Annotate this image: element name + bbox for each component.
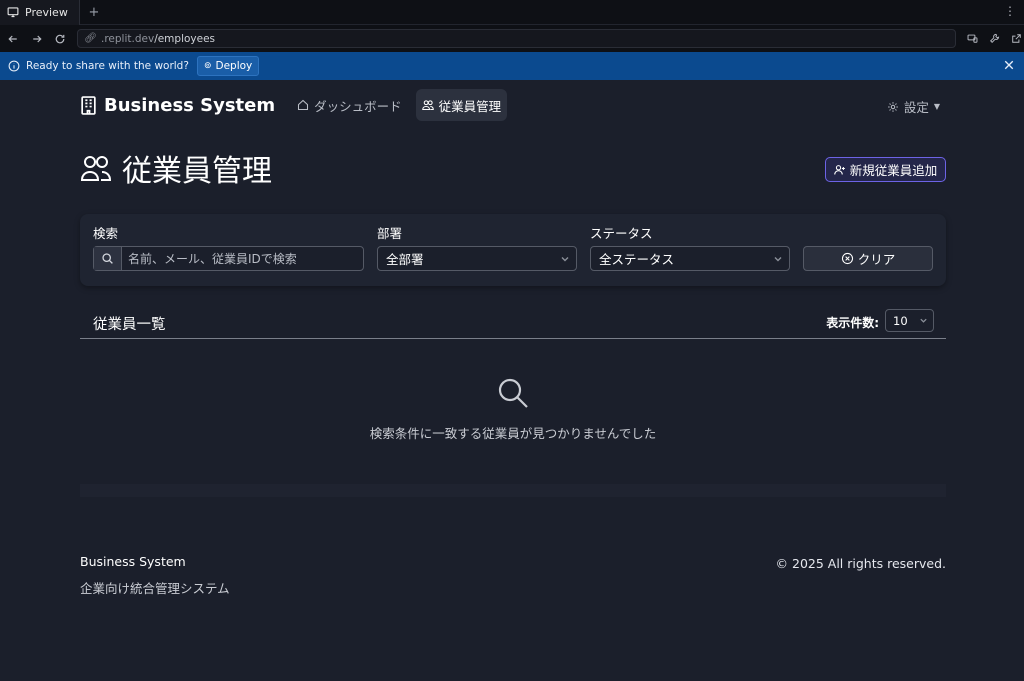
clear-button[interactable]: クリア xyxy=(803,246,933,271)
department-value: 全部署 xyxy=(386,252,424,267)
per-page-value: 10 xyxy=(893,313,908,328)
url-path: /employees xyxy=(154,32,216,45)
employee-list-header: 従業員一覧 表示件数: 10 xyxy=(80,308,946,339)
settings-menu[interactable]: 設定 ▼ xyxy=(887,97,940,116)
nav-employees-label: 従業員管理 xyxy=(438,98,502,114)
url-field[interactable]: 🔗︎ .replit.dev/employees xyxy=(77,29,956,48)
arrow-left-icon xyxy=(8,35,17,42)
browser-tab-bar: Preview + ⋮ xyxy=(0,0,1024,25)
pagination-area xyxy=(80,484,946,497)
x-circle-icon xyxy=(841,252,853,265)
user-plus-icon xyxy=(833,164,845,175)
banner-text: Ready to share with the world? xyxy=(26,60,189,72)
url-host: .replit.dev xyxy=(101,32,155,45)
footer-copyright: © 2025 All rights reserved. xyxy=(775,556,946,571)
page-title: 従業員管理 xyxy=(80,146,272,190)
chevron-down-icon xyxy=(774,257,782,262)
users-icon xyxy=(80,156,112,181)
building-icon xyxy=(81,95,96,115)
brand-name: Business System xyxy=(104,94,276,116)
search-input[interactable] xyxy=(122,247,363,270)
list-title: 従業員一覧 xyxy=(93,317,166,333)
url-actions xyxy=(964,31,1024,47)
chevron-down-icon xyxy=(561,257,569,262)
wrench-icon[interactable] xyxy=(986,31,1002,47)
home-icon xyxy=(298,99,309,111)
monitor-icon xyxy=(7,7,19,18)
per-page-label: 表示件数: xyxy=(826,316,879,330)
reload-icon xyxy=(56,34,65,43)
settings-label: 設定 xyxy=(903,100,929,115)
per-page-select[interactable]: 10 xyxy=(885,309,934,332)
link-icon: 🔗︎ xyxy=(84,33,97,44)
add-employee-label: 新規従業員追加 xyxy=(849,163,938,178)
deploy-icon: ⊚ xyxy=(203,61,212,71)
empty-message: 検索条件に一致する従業員が見つかりませんでした xyxy=(369,426,657,441)
caret-down-icon: ▼ xyxy=(933,102,940,111)
more-vertical-icon[interactable]: ⋮ xyxy=(1004,4,1016,18)
external-link-icon[interactable] xyxy=(1008,31,1024,47)
status-select[interactable]: 全ステータス xyxy=(590,246,790,271)
browser-url-bar: 🔗︎ .replit.dev/employees xyxy=(0,25,1024,52)
tab-preview[interactable]: Preview xyxy=(0,0,80,25)
info-icon xyxy=(8,60,20,72)
app-header: Business System ダッシュボード 従業員管理 設定 ▼ xyxy=(80,88,946,122)
app-root: Business System ダッシュボード 従業員管理 設定 ▼ 従業員管理… xyxy=(0,80,1024,681)
footer-subtitle: 企業向け統合管理システム xyxy=(80,581,230,596)
deploy-button[interactable]: ⊚ Deploy xyxy=(196,56,260,76)
department-label: 部署 xyxy=(377,226,403,241)
filter-card: 検索 部署 全部署 ステータス 全ステータス クリア xyxy=(80,214,946,286)
nav-dashboard-label: ダッシュボード xyxy=(314,98,402,114)
gear-icon xyxy=(887,101,898,112)
arrow-right-icon xyxy=(32,35,42,42)
nav-dashboard[interactable]: ダッシュボード xyxy=(291,89,408,121)
search-label: 検索 xyxy=(93,226,119,241)
deploy-banner: Ready to share with the world? ⊚ Deploy xyxy=(0,52,1024,80)
back-button[interactable] xyxy=(2,28,24,50)
search-group xyxy=(93,246,364,271)
add-employee-button[interactable]: 新規従業員追加 xyxy=(825,157,946,182)
status-label: ステータス xyxy=(590,226,653,241)
devices-icon[interactable] xyxy=(964,31,980,47)
deploy-label: Deploy xyxy=(215,60,253,72)
nav-employees[interactable]: 従業員管理 xyxy=(415,89,508,121)
tab-title: Preview xyxy=(25,5,68,19)
brand[interactable]: Business System xyxy=(80,95,275,116)
empty-state: 検索条件に一致する従業員が見つかりませんでした xyxy=(80,376,946,442)
clear-label: クリア xyxy=(857,252,896,267)
page-title-text: 従業員管理 xyxy=(122,154,272,189)
reload-button[interactable] xyxy=(50,28,72,50)
footer: Business System 企業向け統合管理システム © 2025 All … xyxy=(80,554,946,597)
search-icon xyxy=(94,247,122,270)
chevron-down-icon xyxy=(920,318,927,323)
users-icon xyxy=(421,100,434,111)
new-tab-button[interactable]: + xyxy=(80,5,108,20)
close-icon[interactable] xyxy=(1003,59,1015,71)
status-value: 全ステータス xyxy=(599,252,675,267)
forward-button[interactable] xyxy=(26,28,48,50)
search-icon xyxy=(498,378,528,408)
department-select[interactable]: 全部署 xyxy=(377,246,577,271)
